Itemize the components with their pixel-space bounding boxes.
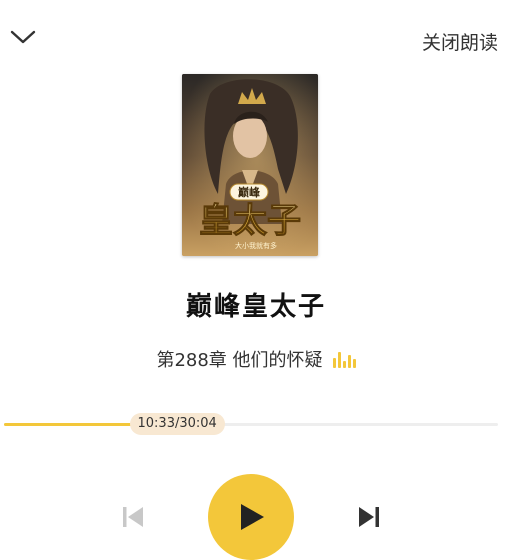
next-chapter-button[interactable] [354, 502, 384, 532]
cover-artwork: 巅峰 皇太子 大小我就有多 [182, 74, 318, 256]
svg-text:大小我就有多: 大小我就有多 [235, 241, 277, 250]
top-bar: 关闭朗读 [0, 0, 512, 80]
progress-bar[interactable]: 10:33/30:04 [0, 410, 512, 440]
play-button[interactable] [208, 474, 294, 560]
close-reading-button[interactable]: 关闭朗读 [422, 28, 498, 55]
equalizer-icon [332, 350, 356, 368]
skip-previous-icon [123, 507, 143, 527]
previous-chapter-button[interactable] [118, 502, 148, 532]
chapter-title: 第288章 他们的怀疑 [156, 350, 323, 371]
chevron-down-icon [10, 30, 36, 44]
svg-text:皇太子: 皇太子 [199, 201, 301, 241]
svg-text:巅峰: 巅峰 [237, 185, 261, 199]
skip-next-icon [359, 507, 379, 527]
book-title: 巅峰皇太子 [185, 292, 326, 322]
book-cover: 巅峰 皇太子 大小我就有多 [182, 74, 318, 256]
collapse-button[interactable] [8, 22, 38, 52]
playback-controls [0, 470, 512, 560]
play-icon [241, 504, 264, 530]
chapter-row: 第288章 他们的怀疑 [0, 346, 512, 372]
time-badge[interactable]: 10:33/30:04 [129, 413, 225, 435]
